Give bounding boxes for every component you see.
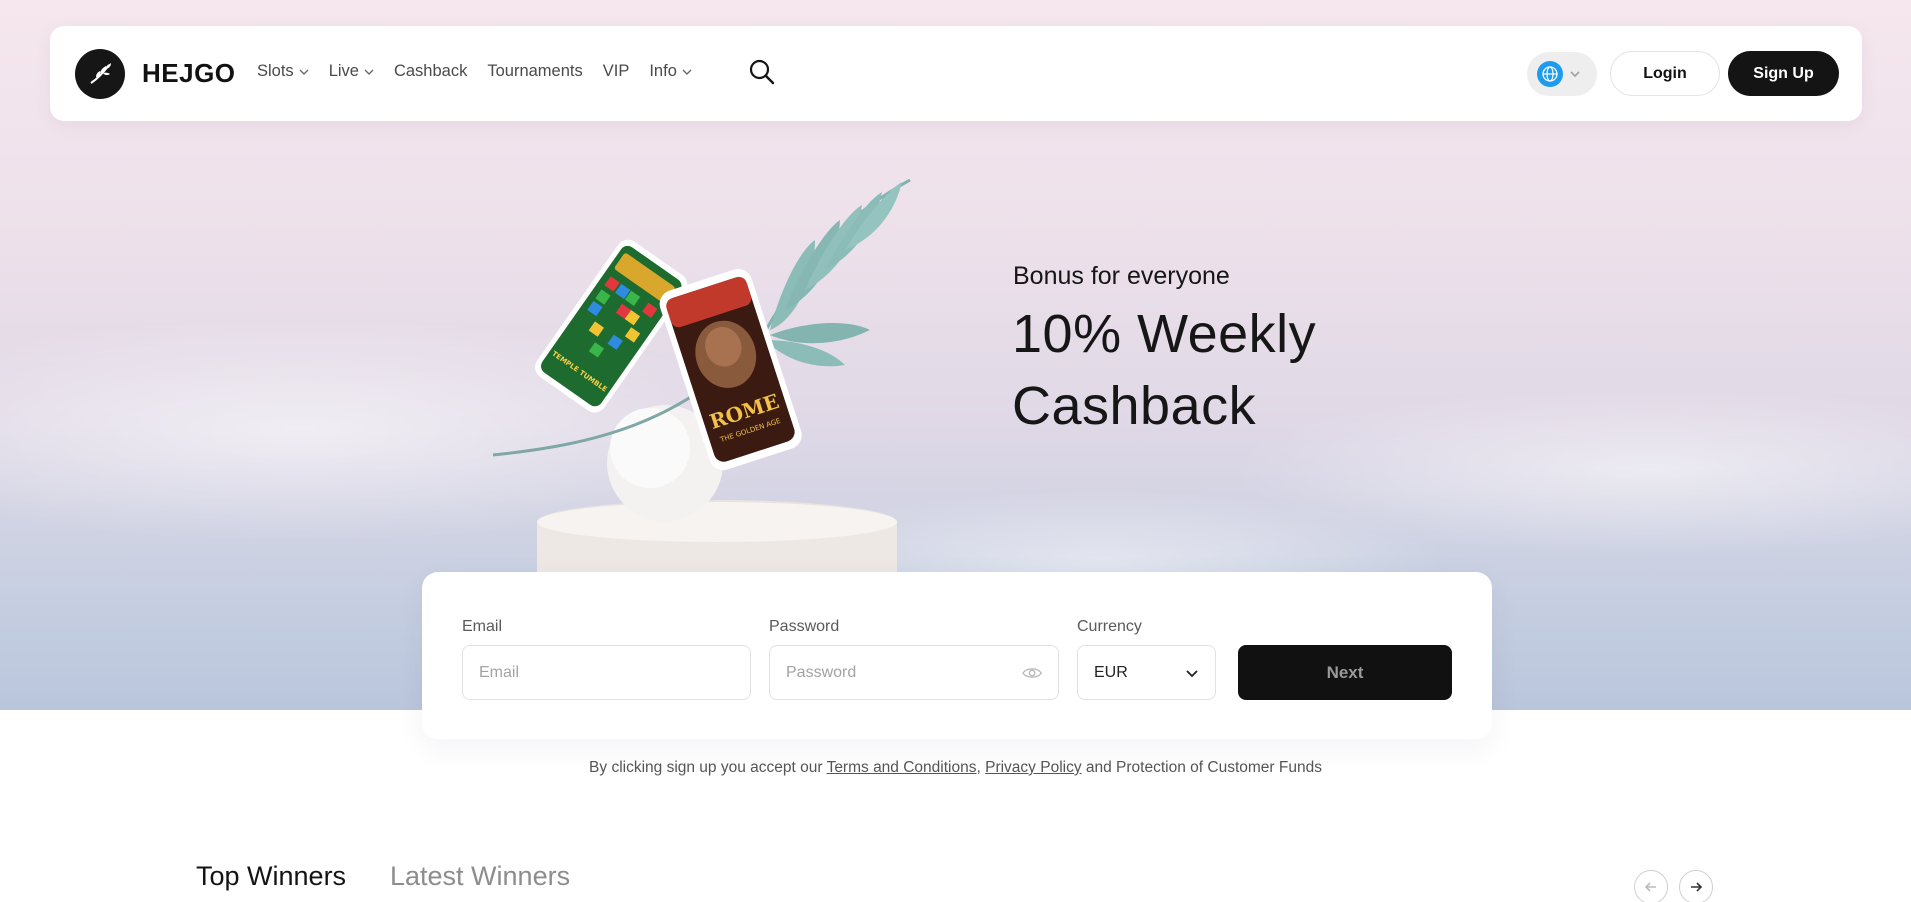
password-field[interactable] <box>769 645 1059 700</box>
signup-form: Email Password Currency EUR Next <box>422 572 1492 739</box>
privacy-link[interactable]: Privacy Policy <box>985 759 1081 776</box>
nav-item-slots[interactable]: Slots <box>257 62 309 81</box>
nav-item-label: Tournaments <box>487 62 583 80</box>
prev-arrow-button[interactable] <box>1634 870 1668 902</box>
nav-item-label: VIP <box>602 62 630 80</box>
nav-item-live[interactable]: Live <box>329 62 374 81</box>
chevron-down-icon <box>682 69 692 75</box>
signup-button[interactable]: Sign Up <box>1728 51 1839 96</box>
email-field[interactable] <box>462 645 751 700</box>
nav-item-tournaments[interactable]: Tournaments <box>487 62 582 81</box>
eye-icon[interactable] <box>1021 666 1042 680</box>
currency-select[interactable]: EUR <box>1077 645 1216 700</box>
logo-icon[interactable] <box>75 49 125 99</box>
top-navbar: HEJGO Slots Live Cashback Tournaments VI… <box>50 26 1862 121</box>
chevron-down-icon <box>1570 71 1580 78</box>
chevron-down-icon <box>299 69 309 75</box>
language-selector[interactable] <box>1527 52 1597 96</box>
globe-icon <box>1537 61 1563 87</box>
nav-item-label: Live <box>328 62 359 80</box>
currency-value: EUR <box>1094 663 1128 681</box>
hero-subtitle: Bonus for everyone <box>1013 262 1230 290</box>
tab-latest-winners[interactable]: Latest Winners <box>390 861 570 892</box>
legal-suffix: and Protection of Customer Funds <box>1081 759 1322 776</box>
arrow-right-icon <box>1691 882 1703 892</box>
nav-item-label: Slots <box>257 62 294 80</box>
password-input[interactable] <box>786 663 1022 682</box>
search-icon[interactable] <box>747 57 777 87</box>
arrow-left-icon <box>1644 882 1656 892</box>
next-button[interactable]: Next <box>1238 645 1452 700</box>
password-label: Password <box>769 618 840 635</box>
hero-illustration: TEMPLE TUMBLE ROME THE GOLDEN AGE <box>470 170 940 575</box>
nav-item-cashback[interactable]: Cashback <box>394 62 467 81</box>
nav-item-label: Info <box>649 62 677 80</box>
legal-separator: , <box>976 759 986 776</box>
nav-item-label: Cashback <box>393 62 468 80</box>
legal-prefix: By clicking sign up you accept our <box>589 759 827 776</box>
email-label: Email <box>462 618 503 635</box>
chevron-down-icon <box>364 69 374 75</box>
tab-top-winners[interactable]: Top Winners <box>196 861 346 892</box>
hero-title: 10% Weekly Cashback <box>1012 304 1317 436</box>
nav-item-vip[interactable]: VIP <box>603 62 630 81</box>
nav-item-info[interactable]: Info <box>649 62 692 81</box>
legal-notice: By clicking sign up you accept our Terms… <box>0 759 1911 777</box>
email-input[interactable] <box>479 663 734 682</box>
chevron-down-icon <box>1186 669 1198 677</box>
terms-link[interactable]: Terms and Conditions <box>827 759 977 776</box>
currency-label: Currency <box>1077 618 1142 635</box>
login-button[interactable]: Login <box>1610 51 1720 96</box>
main-nav: Slots Live Cashback Tournaments VIP Info <box>257 62 712 81</box>
brand-name[interactable]: HEJGO <box>142 58 236 89</box>
next-arrow-button[interactable] <box>1679 870 1713 902</box>
